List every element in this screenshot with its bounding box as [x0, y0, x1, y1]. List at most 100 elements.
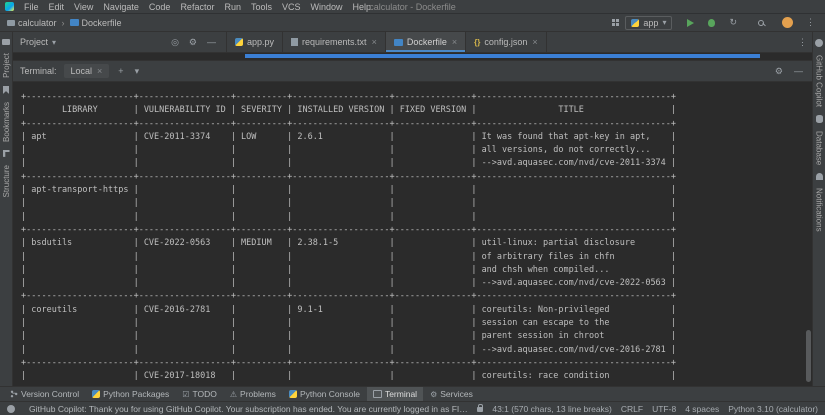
hide-panel-icon[interactable]: —	[204, 37, 219, 47]
tool-problems[interactable]: ⚠ Problems	[224, 387, 282, 401]
project-folder-icon	[7, 20, 15, 26]
terminal-line: | apt-transport-https | | | | | |	[21, 184, 812, 197]
window-title: calculator - Dockerfile	[0, 2, 825, 12]
sidebar-item-project[interactable]: Project	[2, 48, 11, 83]
run-button[interactable]	[687, 19, 694, 27]
navigation-bar: calculator › Dockerfile app ▾ ↻ ⋮	[0, 14, 825, 32]
tool-label: Services	[440, 389, 473, 399]
terminal-line: +---------------------+-----------------…	[21, 224, 812, 237]
branch-icon	[10, 390, 18, 398]
indent-style[interactable]: 4 spaces	[685, 404, 719, 414]
tool-windows-icon[interactable]	[612, 19, 615, 22]
terminal-line: | | | | | | |	[21, 197, 812, 210]
tool-window-bar: Version Control Python Packages ☑ TODO ⚠…	[0, 386, 825, 401]
minimize-panel-icon[interactable]: —	[792, 66, 805, 76]
terminal-line: | LIBRARY | VULNERABILITY ID | SEVERITY …	[21, 104, 812, 117]
caret-position[interactable]: 43:1 (570 chars, 13 line breaks)	[492, 404, 612, 414]
python-file-icon	[235, 38, 243, 46]
json-file-icon: {}	[474, 38, 480, 47]
close-icon[interactable]: ×	[371, 37, 377, 47]
close-icon[interactable]: ×	[531, 37, 537, 47]
sidebar-item-notifications[interactable]: Notifications	[815, 183, 824, 237]
structure-icon[interactable]	[3, 150, 10, 157]
chevron-down-icon[interactable]: ▾	[133, 66, 142, 77]
tool-services[interactable]: ⚙ Services	[424, 387, 479, 401]
terminal-scrollbar[interactable]	[806, 330, 811, 382]
more-options-icon[interactable]: ⋮	[803, 17, 818, 28]
run-configuration-select[interactable]: app ▾	[625, 16, 672, 30]
locate-file-icon[interactable]: ◎	[168, 37, 182, 48]
terminal-label: Terminal:	[20, 66, 57, 76]
terminal-line: | | | | | | all versions, do not correct…	[21, 144, 812, 157]
terminal-line: +---------------------+-----------------…	[21, 171, 812, 184]
breadcrumb-file-label: Dockerfile	[82, 18, 122, 28]
tab-list-icon[interactable]: ⋮	[793, 32, 812, 52]
tool-version-control[interactable]: Version Control	[4, 387, 85, 401]
title-bar: calculator - Dockerfile FileEditViewNavi…	[0, 0, 825, 14]
tab-requirements-txt[interactable]: requirements.txt ×	[283, 32, 386, 52]
terminal-output[interactable]: +---------------------+-----------------…	[13, 82, 812, 386]
python-interpreter[interactable]: Python 3.10 (calculator)	[728, 404, 818, 414]
text-file-icon	[291, 38, 298, 46]
terminal-line: | | | | | | and chsh when compiled... |	[21, 264, 812, 277]
line-separator[interactable]: CRLF	[621, 404, 643, 414]
tool-python-console[interactable]: Python Console	[283, 387, 366, 401]
status-bar: GitHub Copilot: Thank you for using GitH…	[0, 401, 825, 415]
sidebar-item-bookmarks[interactable]: Bookmarks	[2, 97, 11, 147]
tab-label: config.json	[484, 37, 527, 47]
terminal-line: +---------------------+-----------------…	[21, 357, 812, 370]
lock-icon[interactable]	[477, 407, 483, 412]
terminal-line: | | | | | | parent session in chroot |	[21, 330, 812, 343]
tool-label: Python Console	[300, 389, 360, 399]
sidebar-item-database[interactable]: Database	[815, 126, 824, 170]
new-terminal-icon[interactable]: +	[116, 66, 125, 76]
terminal-line: | | | | | | session can escape to the |	[21, 317, 812, 330]
github-copilot-icon[interactable]	[815, 39, 823, 47]
breadcrumb-file[interactable]: Dockerfile	[70, 18, 122, 28]
progress-strip	[13, 53, 812, 60]
terminal-line: +---------------------+-----------------…	[21, 290, 812, 303]
tab-label: Dockerfile	[407, 37, 447, 47]
sidebar-item-structure[interactable]: Structure	[2, 160, 11, 202]
file-encoding[interactable]: UTF-8	[652, 404, 676, 414]
tool-todo[interactable]: ☑ TODO	[176, 387, 223, 401]
sidebar-item-github-copilot[interactable]: GitHub Copilot	[815, 50, 824, 112]
python-icon	[92, 390, 100, 398]
tool-terminal[interactable]: Terminal	[367, 387, 423, 401]
right-tool-stripe: GitHub Copilot Database Notifications	[812, 32, 825, 386]
project-pane-title[interactable]: Project	[20, 37, 48, 47]
tab-label: requirements.txt	[302, 37, 367, 47]
close-icon[interactable]: ×	[97, 66, 102, 76]
project-tool-icon[interactable]	[2, 39, 10, 45]
tab-config-json[interactable]: {} config.json ×	[466, 32, 547, 52]
breadcrumb-separator: ›	[61, 18, 66, 28]
rerun-icon[interactable]: ↻	[729, 17, 737, 28]
status-message: GitHub Copilot: Thank you for using GitH…	[29, 404, 468, 414]
center-column: Project ▾ ◎ ⚙ — app.py requirements.txt …	[13, 32, 812, 386]
breadcrumb-project[interactable]: calculator	[7, 18, 57, 28]
terminal-line: | | | | | | -->avd.aquasec.com/nvd/cve-2…	[21, 344, 812, 357]
tool-label: Version Control	[21, 389, 79, 399]
terminal-settings-gear-icon[interactable]: ⚙	[773, 66, 785, 77]
database-icon[interactable]	[816, 115, 823, 123]
run-configuration-label: app	[643, 18, 658, 28]
terminal-tab-local[interactable]: Local ×	[64, 64, 110, 78]
main-area: Project Bookmarks Structure Project ▾ ◎ …	[0, 32, 825, 386]
avatar[interactable]	[782, 17, 793, 28]
project-pane-header: Project ▾ ◎ ⚙ —	[13, 32, 227, 52]
tab-app-py[interactable]: app.py	[227, 32, 283, 52]
tool-python-packages[interactable]: Python Packages	[86, 387, 175, 401]
tool-label: Python Packages	[103, 389, 169, 399]
close-icon[interactable]: ×	[451, 37, 457, 47]
github-copilot-status-icon[interactable]	[7, 405, 15, 413]
bookmarks-icon[interactable]	[3, 86, 9, 94]
python-icon	[289, 390, 297, 398]
chevron-down-icon[interactable]: ▾	[52, 38, 56, 47]
search-icon[interactable]	[758, 20, 764, 26]
tab-dockerfile[interactable]: Dockerfile ×	[386, 32, 466, 52]
notifications-icon[interactable]	[816, 173, 823, 180]
gear-icon[interactable]: ⚙	[186, 37, 200, 48]
debug-button[interactable]	[708, 19, 715, 27]
terminal-icon	[373, 390, 382, 398]
terminal-line: | apt | CVE-2011-3374 | LOW | 2.6.1 | | …	[21, 131, 812, 144]
